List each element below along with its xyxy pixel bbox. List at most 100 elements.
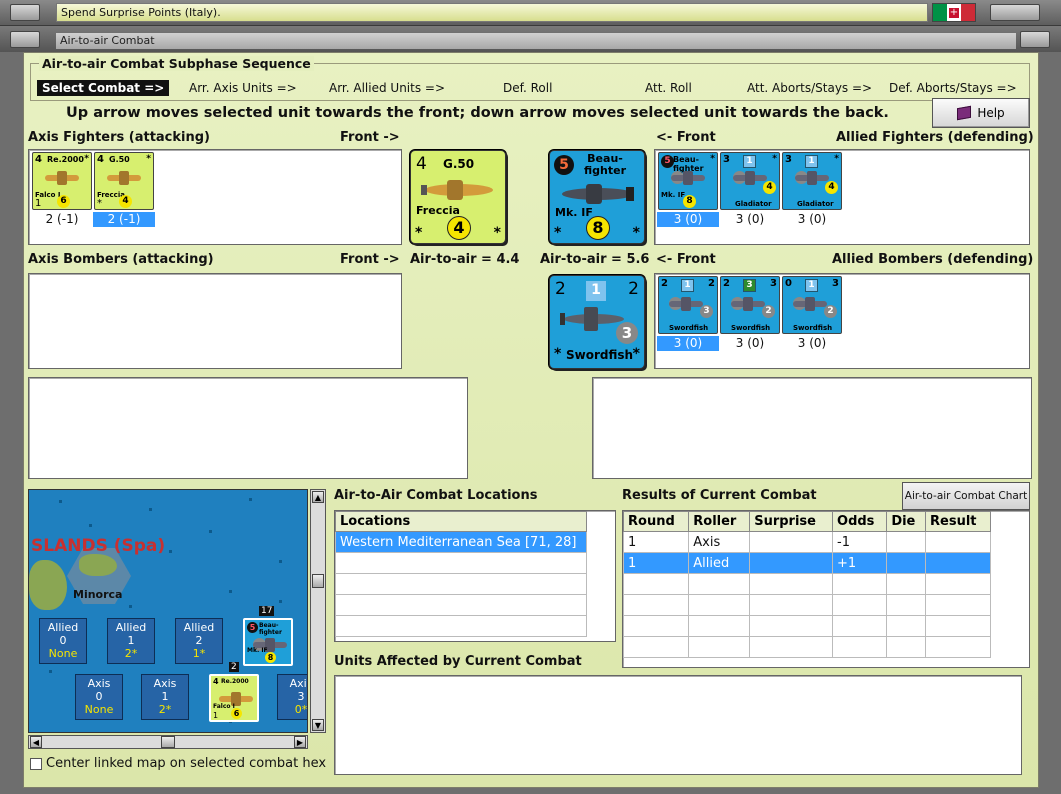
results-cell xyxy=(749,636,834,658)
scroll-right-icon[interactable]: ▶ xyxy=(294,736,306,748)
map-horizontal-scrollbar[interactable]: ◀ ▶ xyxy=(28,735,308,749)
sub-menu-button[interactable] xyxy=(10,31,40,48)
counter-type: G.50 xyxy=(443,157,475,171)
map-box-side: Allied xyxy=(183,621,215,634)
map-allied-box-2: Allied 2 1* xyxy=(175,618,223,664)
phase-step-2[interactable]: Arr. Allied Units => xyxy=(329,80,445,96)
allied-bomber-caption-1[interactable]: 3 (0) xyxy=(719,336,781,351)
results-col-die: Die xyxy=(886,511,927,532)
window-menu-button[interactable] xyxy=(10,4,40,21)
map-box-val: None xyxy=(48,647,78,660)
allied-bomber-caption-0[interactable]: 3 (0) xyxy=(657,336,719,351)
counter-name: Mk. IF xyxy=(661,191,686,199)
table-row[interactable] xyxy=(622,594,991,616)
combat-chart-button[interactable]: Air-to-air Combat Chart xyxy=(902,482,1030,510)
map-allied-stack-counter[interactable]: 5 Beau-fighter Mk. IF 8 xyxy=(243,618,293,666)
map-stack-count: 2 xyxy=(229,662,239,672)
axis-fighters-box[interactable]: 4 Re.2000 Falco I 1 6 * 2 (-1) 4 G.50 Freccia * 4 * 2… xyxy=(28,149,402,245)
map-box-val: 2* xyxy=(158,703,172,716)
results-cell xyxy=(622,615,690,637)
results-cell xyxy=(688,615,751,637)
combat-panel: Air-to-air Combat Subphase Sequence Sele… xyxy=(23,52,1039,788)
map-box-val: None xyxy=(84,703,114,716)
map-vertical-scrollbar[interactable]: ▲ ▼ xyxy=(310,489,326,733)
counter-name: Swordfish xyxy=(566,348,634,362)
selected-allied-bomber-counter[interactable]: 2 1 2 3 Swordfish * * xyxy=(549,275,645,369)
al-fighter-counter-0[interactable]: 5 Beau-fighter Mk. IF 8 * xyxy=(658,152,718,210)
sub-close-button[interactable] xyxy=(1020,31,1050,48)
map-axis-stack-counter[interactable]: 4 Re.2000 Falco I 1 6 xyxy=(209,674,259,722)
allied-bombers-box[interactable]: 2 1 2 3 Swordfish 3 (0) 2 3 3 2 Swordfish 3 (0) 0 1 3 2… xyxy=(654,273,1030,369)
counter-attack: 5 xyxy=(554,155,574,175)
al-fighter-counter-2[interactable]: 3 1 Gladiator 4 * xyxy=(782,152,842,210)
al-fighter-counter-1[interactable]: 3 1 Gladiator 4 * xyxy=(720,152,780,210)
counter-range: 2 xyxy=(708,278,715,289)
map-wave-dot xyxy=(229,590,232,593)
scroll-thumb[interactable] xyxy=(312,574,324,588)
g50-plane-icon xyxy=(421,180,493,200)
scroll-up-icon[interactable]: ▲ xyxy=(312,491,324,503)
allied-fighters-label: Allied Fighters (defending) xyxy=(836,130,1034,145)
allied-bomber-counter-2[interactable]: 0 1 3 2 Swordfish xyxy=(782,276,842,334)
phase-step-1[interactable]: Arr. Axis Units => xyxy=(189,80,297,96)
allied-fighters-box[interactable]: 5 Beau-fighter Mk. IF 8 * 3 (0) 3 1 Gladiator 4 * 3… xyxy=(654,149,1030,245)
counter-type: Re.2000 xyxy=(47,155,84,164)
map-box-side: Allied xyxy=(115,621,147,634)
scroll-down-icon[interactable]: ▼ xyxy=(312,719,324,731)
counter-star: * xyxy=(710,154,715,164)
linked-map[interactable]: SLANDS (Spa) Minorca Allied 0 None Allied 1… xyxy=(28,489,308,733)
phase-step-4[interactable]: Att. Roll xyxy=(645,80,692,96)
map-wave-dot xyxy=(49,670,52,673)
al-fighter-caption-1[interactable]: 3 (0) xyxy=(719,212,781,227)
phase-step-5[interactable]: Att. Aborts/Stays => xyxy=(747,80,872,96)
ax-fighter-counter-1[interactable]: 4 G.50 Freccia * 4 * xyxy=(94,152,154,210)
allied-bomber-counter-0[interactable]: 2 1 2 3 Swordfish xyxy=(658,276,718,334)
results-cell xyxy=(749,594,834,616)
axis-bombers-box[interactable] xyxy=(28,273,402,369)
table-row[interactable] xyxy=(622,615,991,637)
results-cell xyxy=(886,636,927,658)
counter-box-value: 1 xyxy=(586,281,606,301)
ax-fighter-caption-0[interactable]: 2 (-1) xyxy=(31,212,93,227)
allied-fighters-front-label: <- Front xyxy=(656,130,716,145)
al-fighter-caption-0[interactable]: 3 (0) xyxy=(657,212,719,227)
sub-titlebar: Air-to-air Combat xyxy=(0,26,1061,52)
results-table-box[interactable]: Round Roller Surprise Odds Die Result 1 Axis -1 1… xyxy=(622,510,1030,668)
center-map-checkbox[interactable] xyxy=(30,758,42,770)
results-cell xyxy=(925,615,991,637)
counter-attack: 3 xyxy=(785,154,792,165)
beaufighter-plane-icon xyxy=(562,184,634,204)
results-cell: Allied xyxy=(688,552,751,574)
table-row[interactable]: 1 Axis -1 xyxy=(622,531,991,553)
help-button[interactable]: Help xyxy=(932,98,1030,128)
ax-fighter-caption-1[interactable]: 2 (-1) xyxy=(93,212,155,227)
counter-attack: 2 xyxy=(661,278,668,289)
results-cell: +1 xyxy=(832,552,888,574)
ax-fighter-counter-0[interactable]: 4 Re.2000 Falco I 1 6 * xyxy=(32,152,92,210)
locations-table-box[interactable]: Locations Western Mediterranean Sea [71,… xyxy=(334,510,616,642)
selected-allied-fighter-counter[interactable]: 5 Beau-fighter Mk. IF * * 8 xyxy=(549,150,645,244)
table-row[interactable]: Western Mediterranean Sea [71, 28] xyxy=(335,531,587,553)
map-wave-dot xyxy=(149,508,152,511)
scroll-left-icon[interactable]: ◀ xyxy=(30,736,42,748)
scroll-thumb[interactable] xyxy=(161,736,175,748)
map-allied-box-1: Allied 1 2* xyxy=(107,618,155,664)
selected-axis-fighter-counter[interactable]: 4 G.50 Freccia * * 4 xyxy=(410,150,506,244)
phase-step-0[interactable]: Select Combat => xyxy=(37,80,170,96)
table-row[interactable] xyxy=(622,636,991,658)
counter-rating: 8 xyxy=(683,195,696,208)
al-fighter-caption-2[interactable]: 3 (0) xyxy=(781,212,843,227)
phase-step-3[interactable]: Def. Roll xyxy=(503,80,552,96)
units-affected-box xyxy=(334,675,1022,775)
counter-name: Mk. IF xyxy=(247,647,268,654)
table-row[interactable]: 1 Allied +1 xyxy=(622,552,991,574)
map-box-num: 1 xyxy=(161,690,169,703)
results-cell xyxy=(925,636,991,658)
allied-bomber-counter-1[interactable]: 2 3 3 2 Swordfish xyxy=(720,276,780,334)
allied-bomber-caption-2[interactable]: 3 (0) xyxy=(781,336,843,351)
phase-step-6[interactable]: Def. Aborts/Stays => xyxy=(889,80,1017,96)
window-close-button[interactable] xyxy=(990,4,1040,21)
results-cell xyxy=(886,531,927,553)
results-cell xyxy=(622,573,690,595)
table-row[interactable] xyxy=(622,573,991,595)
